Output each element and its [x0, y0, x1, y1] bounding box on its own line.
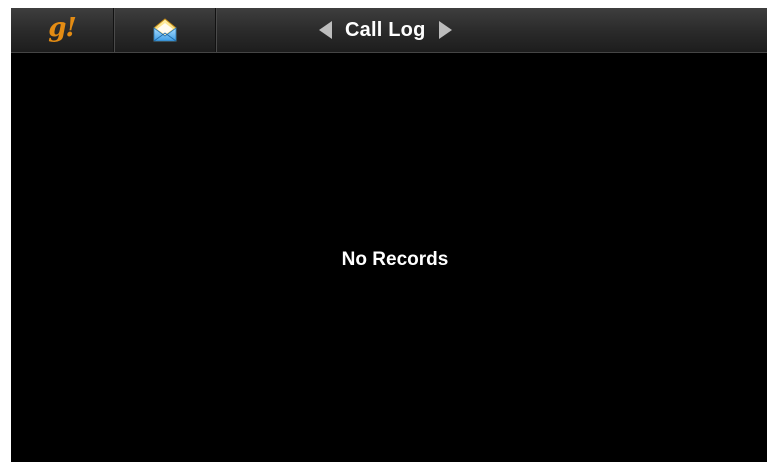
- title-area: Call Log: [217, 8, 767, 52]
- g-logo-icon: g!: [48, 13, 77, 43]
- messages-button[interactable]: [115, 8, 215, 52]
- screen: g! Call Log No Records: [0, 0, 767, 462]
- prev-view-button[interactable]: [317, 19, 335, 41]
- triangle-right-icon: [438, 21, 452, 39]
- call-log-list: No Records: [11, 53, 767, 462]
- envelope-icon: [152, 17, 178, 43]
- app-frame: g! Call Log No Records: [11, 8, 767, 462]
- home-button[interactable]: g!: [11, 8, 113, 52]
- triangle-left-icon: [319, 21, 333, 39]
- page-title: Call Log: [345, 18, 426, 41]
- top-bar: g! Call Log: [11, 8, 767, 53]
- empty-state-message: No Records: [341, 249, 449, 270]
- next-view-button[interactable]: [436, 19, 454, 41]
